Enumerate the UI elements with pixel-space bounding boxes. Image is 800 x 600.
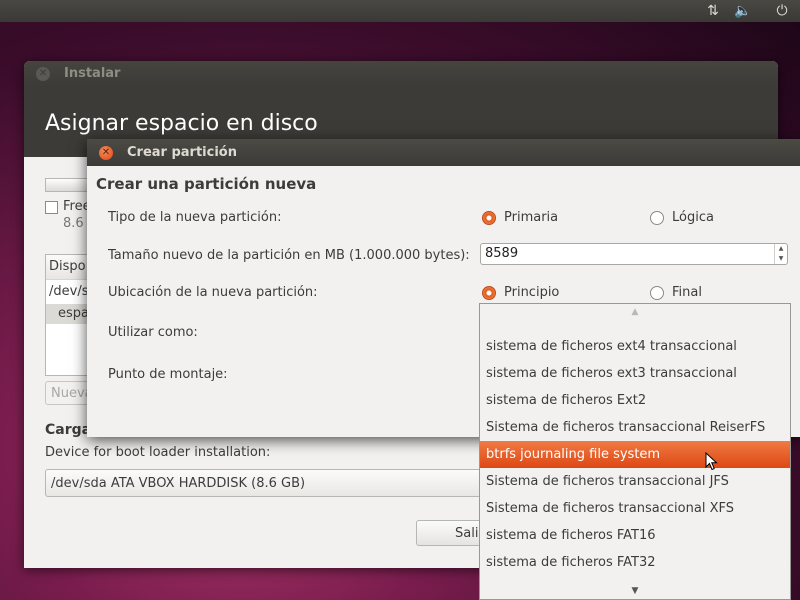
scroll-down-icon[interactable]: ▼ (480, 583, 790, 599)
radio-start-label: Principio (504, 285, 560, 300)
radio-end[interactable]: Final (650, 285, 702, 301)
radio-start[interactable]: Principio (482, 285, 559, 301)
dialog-heading: Crear una partición nueva (96, 175, 317, 193)
list-item[interactable]: Sistema de ficheros transaccional Reiser… (480, 414, 790, 441)
page-title: Asignar espacio en disco (45, 111, 318, 136)
list-item[interactable]: Sistema de ficheros transaccional XFS (480, 495, 790, 522)
radio-primary[interactable]: Primaria (482, 210, 558, 226)
close-icon[interactable]: ✕ (99, 146, 113, 160)
free-space-checkbox[interactable] (45, 201, 58, 214)
list-item[interactable]: Sistema de ficheros transaccional JFS (480, 468, 790, 495)
list-item[interactable]: sistema de ficheros ext4 transaccional (480, 333, 790, 360)
list-item[interactable]: sistema de ficheros FAT32 (480, 549, 790, 576)
radio-logical-label: Lógica (672, 210, 714, 225)
size-value: 8589 (485, 246, 519, 261)
quit-button[interactable]: Sali (416, 520, 486, 546)
list-item[interactable]: sistema de ficheros FAT16 (480, 522, 790, 549)
mount-point-label: Punto de montaje: (108, 367, 228, 382)
power-icon[interactable]: ⏻ (772, 2, 792, 20)
free-size: 8.6 (63, 216, 84, 231)
filesystem-dropdown-menu[interactable]: ▲ sistema de ficheros ext4 transaccional… (479, 303, 791, 600)
list-item-selected[interactable]: btrfs journaling file system (480, 441, 790, 468)
bootloader-select[interactable]: /dev/sda ATA VBOX HARDDISK (8.6 GB) (45, 469, 485, 497)
install-title: Instalar (64, 66, 121, 81)
spin-arrows-icon[interactable]: ▲ ▼ (774, 244, 787, 264)
radio-unselected-icon (650, 286, 664, 300)
dialog-titlebar: ✕ Crear partición (87, 139, 800, 166)
list-item[interactable]: sistema de ficheros Ext2 (480, 387, 790, 414)
radio-logical[interactable]: Lógica (650, 210, 714, 226)
size-label: Tamaño nuevo de la partición en MB (1.00… (108, 248, 470, 263)
radio-unselected-icon (650, 211, 664, 225)
bootloader-heading: Carga (45, 422, 92, 438)
mouse-cursor-icon (705, 452, 718, 471)
radio-primary-label: Primaria (504, 210, 559, 225)
use-as-label: Utilizar como: (108, 325, 198, 340)
scroll-up-icon[interactable]: ▲ (480, 304, 790, 320)
radio-selected-icon (482, 286, 496, 300)
top-panel: ⇅ 🔈 ⏻ (0, 0, 800, 22)
volume-icon[interactable]: 🔈 (733, 2, 753, 20)
network-arrows-icon[interactable]: ⇅ (703, 2, 723, 20)
type-label: Tipo de la nueva partición: (108, 210, 282, 225)
dialog-title: Crear partición (127, 145, 237, 160)
radio-selected-icon (482, 211, 496, 225)
bootloader-label: Device for boot loader installation: (45, 445, 271, 460)
close-icon[interactable]: ✕ (36, 67, 50, 81)
install-titlebar: ✕ Instalar (24, 61, 778, 87)
location-label: Ubicación de la nueva partición: (108, 285, 318, 300)
list-item[interactable]: sistema de ficheros ext3 transaccional (480, 360, 790, 387)
filesystem-options: sistema de ficheros ext4 transaccional s… (480, 333, 790, 576)
radio-end-label: Final (672, 285, 702, 300)
size-spinbox[interactable]: 8589 ▲ ▼ (480, 243, 788, 265)
bootloader-value: /dev/sda ATA VBOX HARDDISK (8.6 GB) (51, 476, 306, 491)
